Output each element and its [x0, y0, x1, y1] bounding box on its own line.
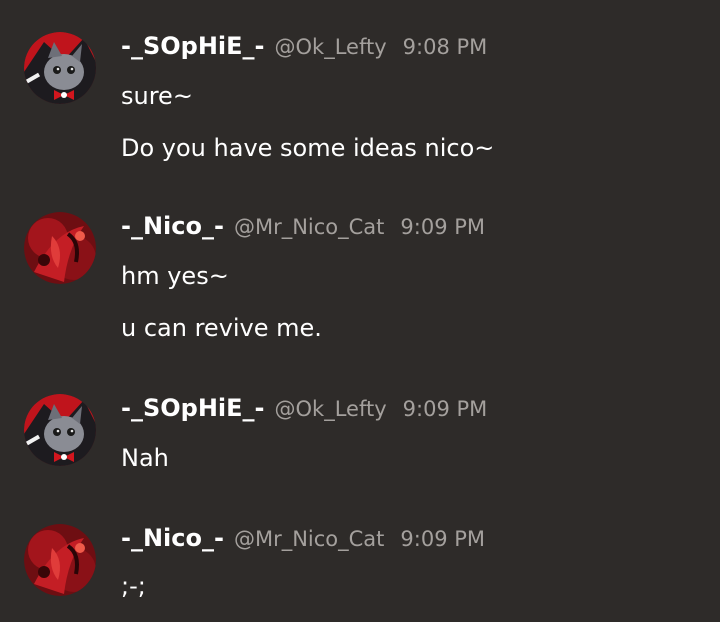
message-text: ;-; [121, 572, 146, 600]
message-text: Do you have some ideas nico~ [121, 134, 495, 162]
username[interactable]: -_Nico_- [121, 524, 224, 552]
message-header: -_Nico_- @Mr_Nico_Cat 9:09 PM [121, 524, 485, 558]
user-handle: @Mr_Nico_Cat [233, 215, 385, 239]
message-text: u can revive me. [121, 314, 322, 342]
nico-avatar-image [24, 524, 96, 596]
nico-avatar-image [24, 212, 96, 284]
username[interactable]: -_SOpHiE_- [121, 32, 265, 60]
message-text: Nah [121, 444, 169, 472]
timestamp: 9:09 PM [400, 527, 486, 551]
avatar[interactable] [24, 524, 96, 596]
message-text: sure~ [121, 82, 193, 110]
avatar[interactable] [24, 212, 96, 284]
message-header: -_SOpHiE_- @Ok_Lefty 9:09 PM [121, 394, 487, 428]
sophie-avatar-image [24, 32, 96, 104]
avatar[interactable] [24, 32, 96, 104]
message-header: -_Nico_- @Mr_Nico_Cat 9:09 PM [121, 212, 485, 246]
timestamp: 9:08 PM [402, 35, 488, 59]
timestamp: 9:09 PM [402, 397, 488, 421]
username[interactable]: -_SOpHiE_- [121, 394, 265, 422]
username[interactable]: -_Nico_- [121, 212, 224, 240]
avatar[interactable] [24, 394, 96, 466]
timestamp: 9:09 PM [400, 215, 486, 239]
message-text: hm yes~ [121, 262, 229, 290]
user-handle: @Ok_Lefty [274, 35, 387, 59]
user-handle: @Mr_Nico_Cat [233, 527, 385, 551]
message-header: -_SOpHiE_- @Ok_Lefty 9:08 PM [121, 32, 487, 66]
user-handle: @Ok_Lefty [274, 397, 387, 421]
sophie-avatar-image [24, 394, 96, 466]
